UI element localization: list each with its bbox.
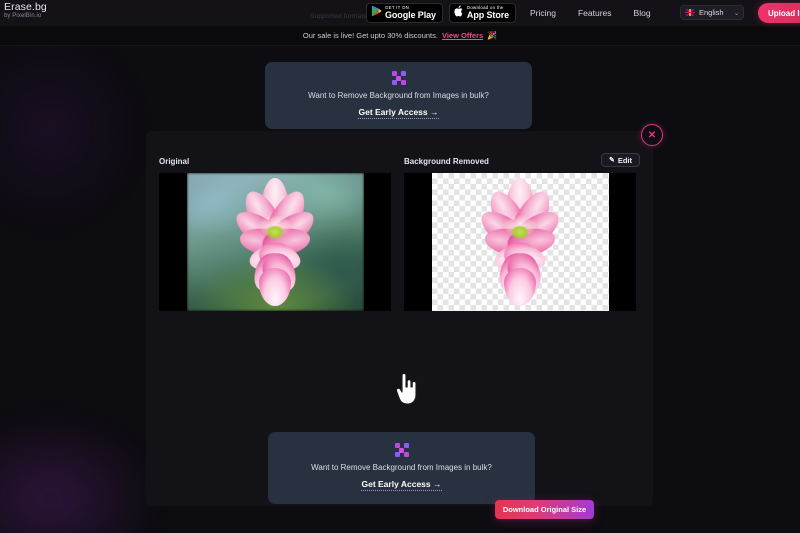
pixelbin-x-icon-bottom [394, 443, 409, 457]
download-original-size-button[interactable]: Download Original Size [495, 500, 594, 519]
top-navigation-bar: Erase.bg by PixelBin.io Supported format… [0, 0, 800, 26]
page-root: Erase.bg by PixelBin.io Supported format… [0, 0, 800, 533]
apple-icon [454, 4, 464, 22]
original-image-frame [159, 173, 391, 311]
language-label: English [699, 8, 724, 17]
brand-logo[interactable]: Erase.bg by PixelBin.io [4, 1, 47, 20]
original-panel-label: Original [159, 157, 190, 166]
bulk-promo-banner-top: Want to Remove Background from Images in… [265, 62, 532, 129]
close-button[interactable]: ✕ [641, 124, 663, 146]
google-play-badge[interactable]: GET IT ON Google Play [366, 3, 443, 23]
ambient-glow-bottom-left [0, 413, 160, 533]
bulk-promo-headline-bottom: Want to Remove Background from Images in… [311, 463, 492, 472]
nav-link-features[interactable]: Features [578, 8, 612, 18]
nav-link-blog[interactable]: Blog [634, 8, 651, 18]
nav-links: Pricing Features Blog [530, 0, 651, 26]
sale-banner-text: Our sale is live! Get upto 30% discounts… [302, 31, 438, 40]
edit-button-label: Edit [617, 155, 632, 165]
google-play-badge-label: Google Play [385, 10, 436, 21]
edit-button[interactable]: ✎ Edit [600, 153, 640, 167]
chevron-down-icon: ⌄ [733, 9, 740, 17]
bulk-promo-banner-bottom: Want to Remove Background from Images in… [268, 432, 535, 504]
brand-name: Erase.bg [4, 1, 47, 13]
original-image [186, 173, 364, 311]
app-store-badge-label: App Store [466, 10, 510, 21]
google-play-icon [371, 4, 382, 22]
app-store-badge[interactable]: Download on the App Store [448, 3, 517, 23]
get-early-access-link-bottom[interactable]: Get Early Access → [361, 479, 442, 491]
language-selector[interactable]: English ⌄ [680, 5, 745, 20]
get-early-access-link-top[interactable]: Get Early Access → [358, 107, 439, 119]
party-popper-icon: 🎉 [487, 31, 498, 40]
store-badges: GET IT ON Google Play Download on the Ap… [366, 3, 517, 23]
nav-link-pricing[interactable]: Pricing [530, 8, 556, 18]
background-removed-image-frame [404, 173, 636, 311]
upload-image-button[interactable]: Upload Image [758, 3, 800, 23]
background-removed-image [431, 173, 609, 311]
uk-flag-icon [685, 9, 695, 16]
sale-banner: Our sale is live! Get upto 30% discounts… [0, 26, 800, 46]
background-removed-panel-label: Background Removed [404, 157, 489, 166]
pencil-icon: ✎ [608, 157, 615, 164]
pixelbin-x-icon [391, 71, 406, 85]
ambient-glow-top-left [0, 30, 140, 230]
view-offers-link[interactable]: View Offers [442, 31, 483, 40]
brand-subtitle: by PixelBin.io [4, 13, 42, 20]
supported-formats-hint: Supported formats [310, 13, 367, 20]
bulk-promo-headline-top: Want to Remove Background from Images in… [308, 91, 489, 100]
